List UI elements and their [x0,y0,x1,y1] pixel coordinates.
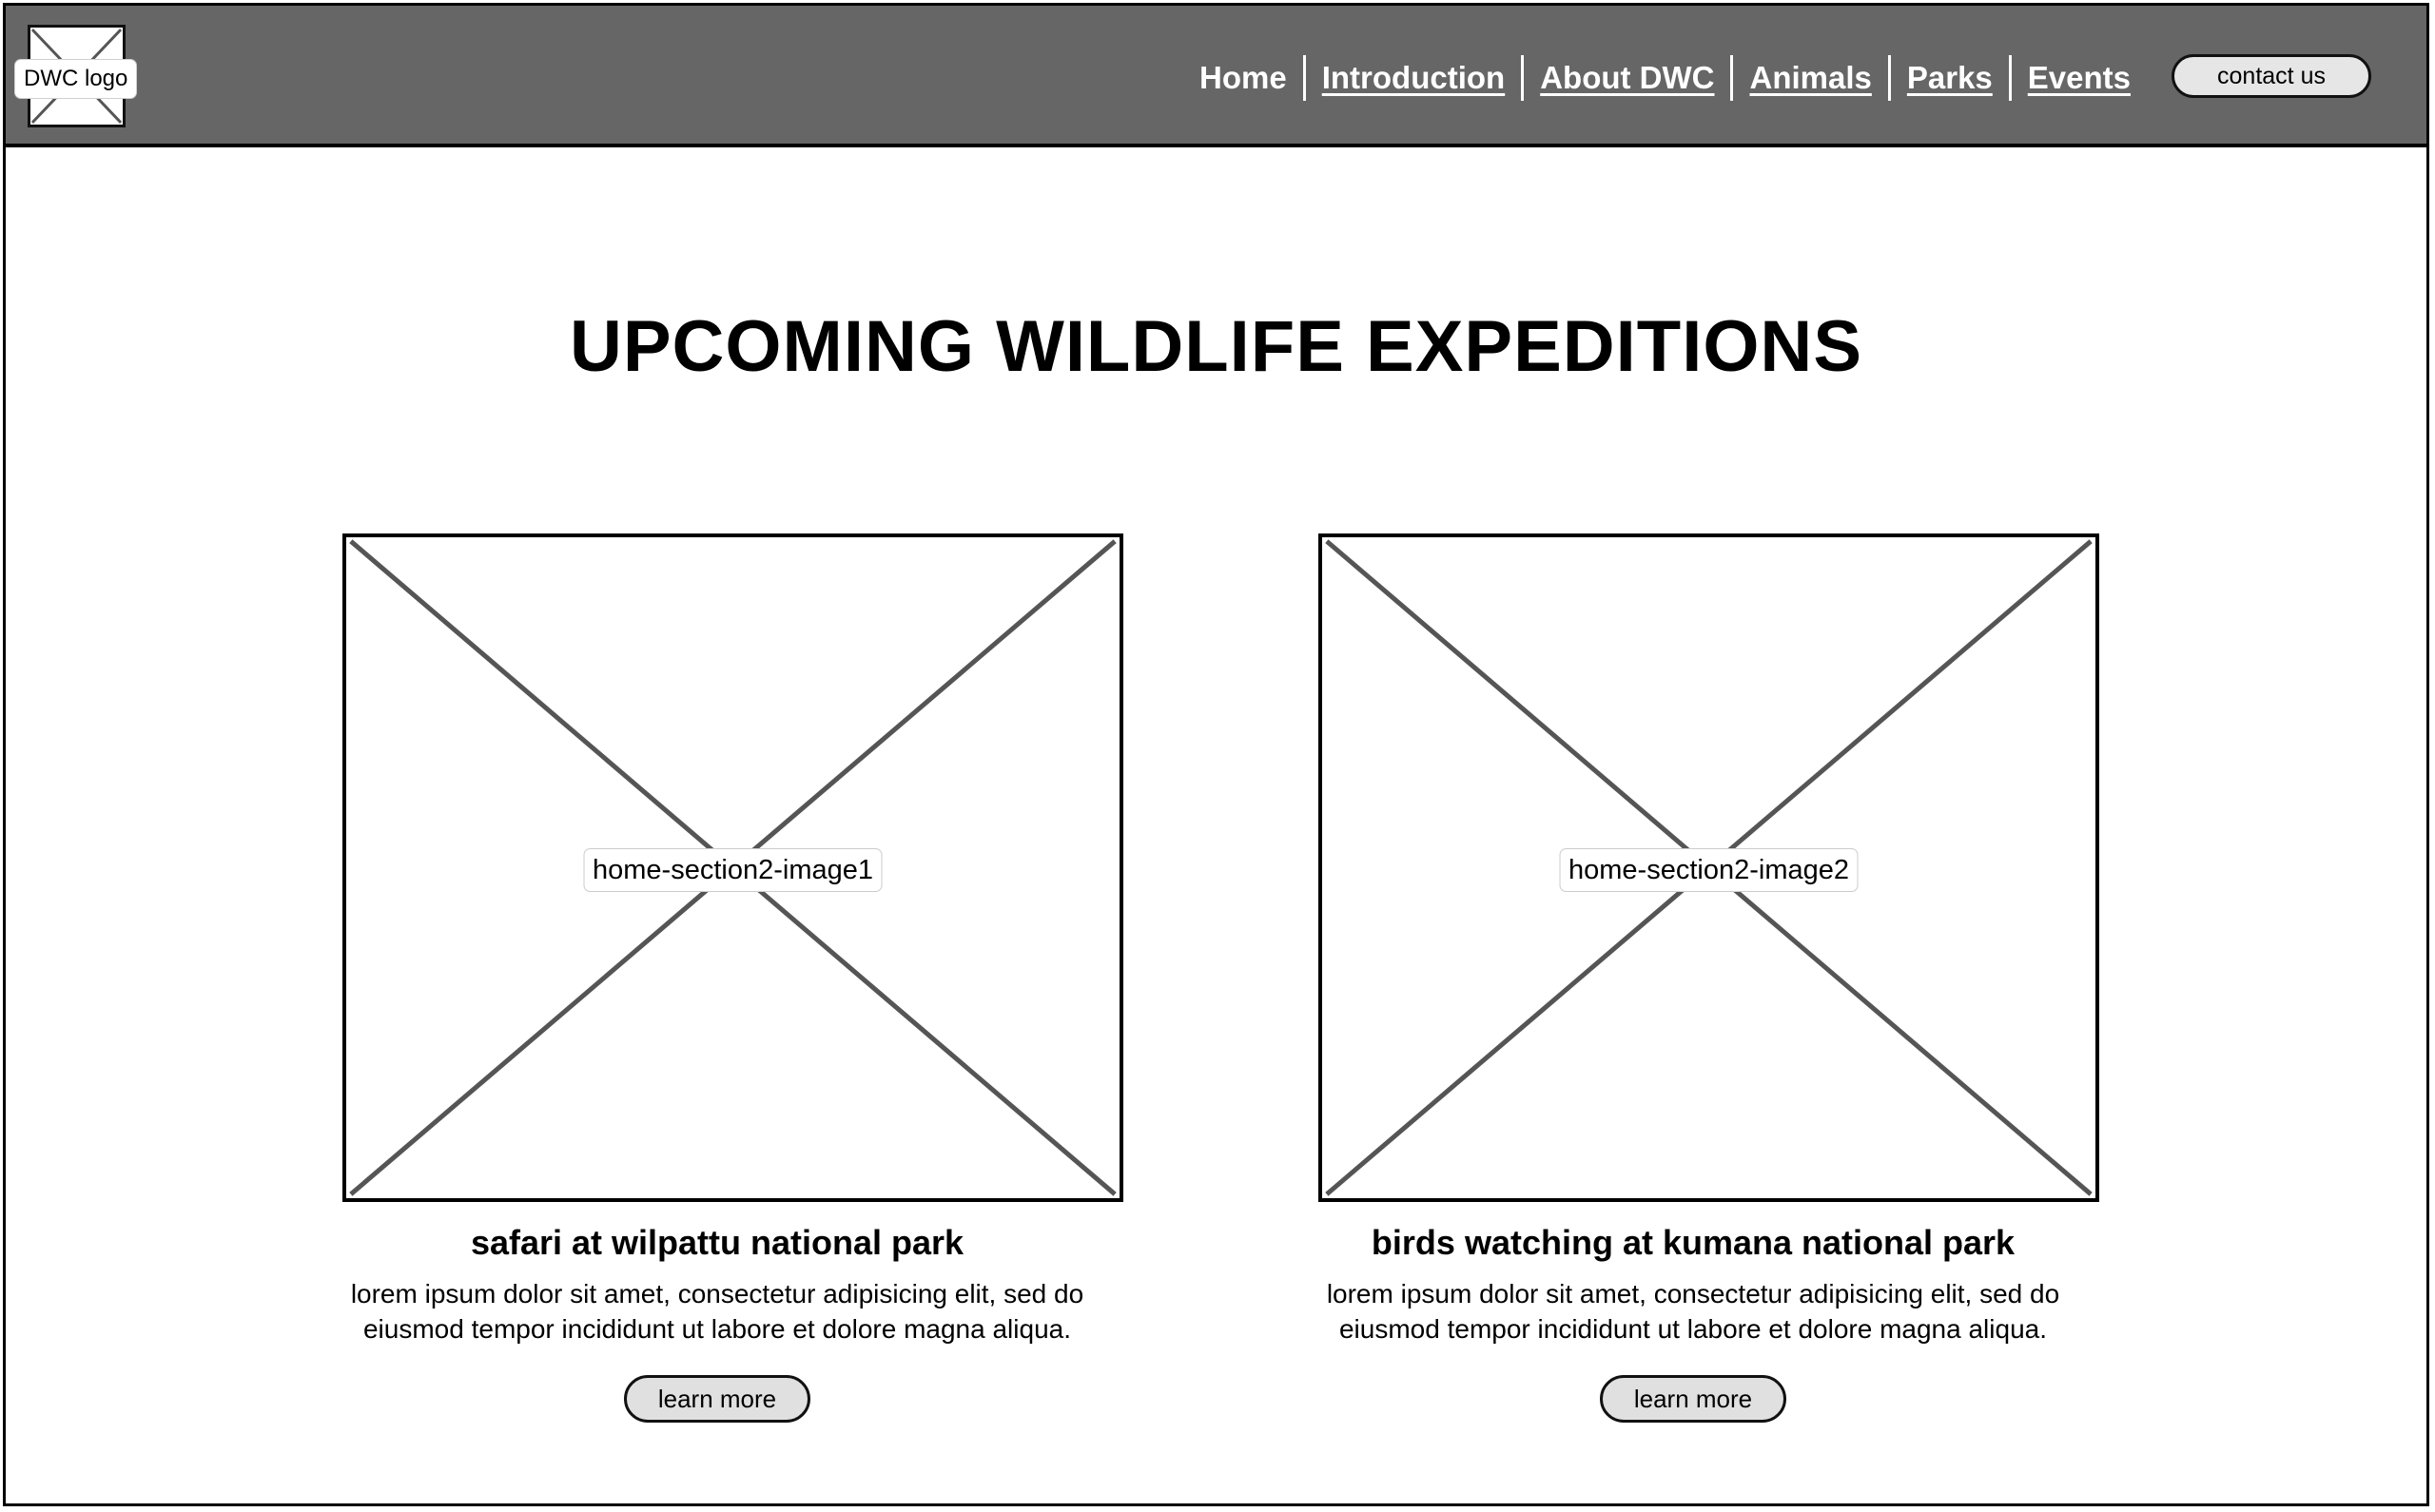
logo-label: DWC logo [14,59,138,99]
contact-us-button[interactable]: contact us [2172,54,2371,98]
expedition-card: home-section2-image1 safari at wilpattu … [299,533,1136,1423]
card-description: lorem ipsum dolor sit amet, consectetur … [350,1279,1084,1344]
nav-parks[interactable]: Parks [1891,60,2009,96]
nav-animals[interactable]: Animals [1733,60,1887,96]
expedition-card: home-section2-image2 birds watching at k… [1275,533,2112,1423]
card-description: lorem ipsum dolor sit amet, consectetur … [1326,1279,2060,1344]
card-image-placeholder: home-section2-image1 [342,533,1123,1202]
main-nav: Home Introduction About DWC Animals Park… [1183,53,2147,103]
learn-more-button[interactable]: learn more [1600,1375,1786,1423]
card-image-placeholder: home-section2-image2 [1318,533,2099,1202]
nav-introduction[interactable]: Introduction [1306,60,1521,96]
nav-home[interactable]: Home [1183,60,1303,96]
browser-page: DWC logo Home Introduction About DWC Ani… [3,3,2429,1506]
learn-more-button[interactable]: learn more [624,1375,810,1423]
site-header: DWC logo Home Introduction About DWC Ani… [6,6,2426,147]
image-label: home-section2-image1 [583,848,883,892]
card-title: safari at wilpattu national park [470,1223,964,1262]
nav-about-dwc[interactable]: About DWC [1524,60,1730,96]
page-title: UPCOMING WILDLIFE EXPEDITIONS [569,306,1863,387]
image-label: home-section2-image2 [1559,848,1859,892]
card-title: birds watching at kumana national park [1371,1223,2016,1262]
nav-events[interactable]: Events [2012,60,2147,96]
